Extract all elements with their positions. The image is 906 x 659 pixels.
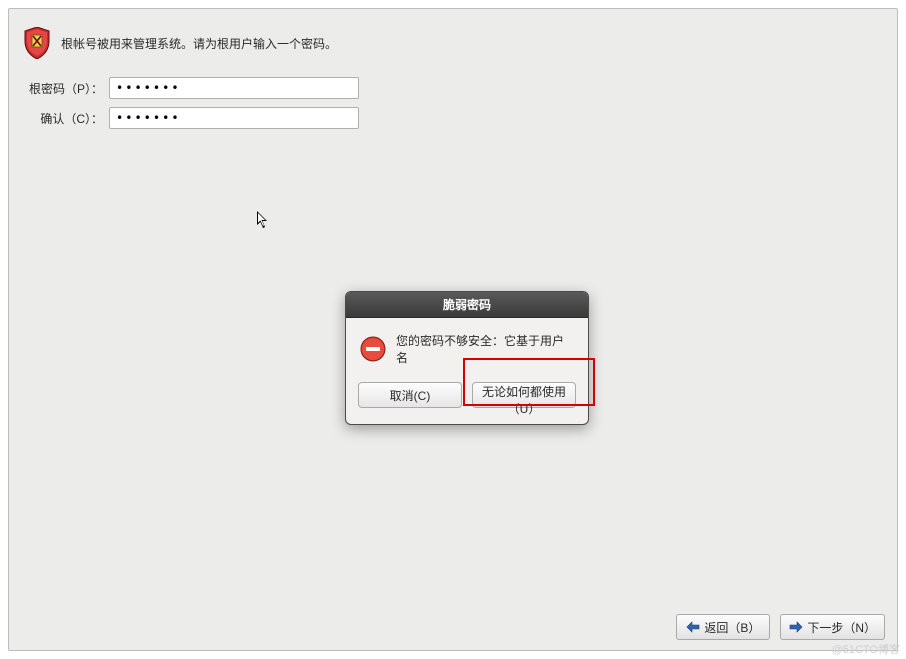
confirm-password-input[interactable] [109, 107, 359, 129]
header: 根帐号被用来管理系统。请为根用户输入一个密码。 [9, 9, 897, 71]
password-form: 根密码（P）： 确认（C）： [9, 71, 897, 143]
back-button[interactable]: 返回（B） [676, 614, 770, 640]
cursor-icon [257, 211, 269, 229]
weak-password-dialog: 脆弱密码 您的密码不够安全：它基于用户名 取消(C) 无论如何都使用（U） [345, 291, 589, 425]
confirm-password-label: 确认（C）： [23, 110, 103, 127]
arrow-left-icon [686, 621, 700, 633]
instruction-text: 根帐号被用来管理系统。请为根用户输入一个密码。 [61, 35, 337, 52]
watermark-text: @51CTO博客 [832, 641, 900, 657]
root-password-row: 根密码（P）： [23, 77, 883, 99]
root-password-label: 根密码（P）： [23, 80, 103, 97]
next-button-label: 下一步（N） [807, 619, 876, 636]
installer-panel: 根帐号被用来管理系统。请为根用户输入一个密码。 根密码（P）： 确认（C）： 脆… [8, 8, 898, 651]
root-password-input[interactable] [109, 77, 359, 99]
cancel-button[interactable]: 取消(C) [358, 382, 462, 408]
dialog-body: 您的密码不够安全：它基于用户名 [346, 318, 588, 376]
confirm-password-row: 确认（C）： [23, 107, 883, 129]
footer-nav: 返回（B） 下一步（N） [676, 614, 885, 640]
back-button-label: 返回（B） [704, 619, 760, 636]
dialog-button-row: 取消(C) 无论如何都使用（U） [346, 376, 588, 424]
dialog-title: 脆弱密码 [346, 292, 588, 318]
error-icon [360, 336, 386, 362]
dialog-message: 您的密码不够安全：它基于用户名 [396, 332, 574, 366]
next-button[interactable]: 下一步（N） [780, 614, 885, 640]
use-anyway-button[interactable]: 无论如何都使用（U） [472, 382, 576, 408]
shield-icon [23, 27, 51, 59]
arrow-right-icon [789, 621, 803, 633]
